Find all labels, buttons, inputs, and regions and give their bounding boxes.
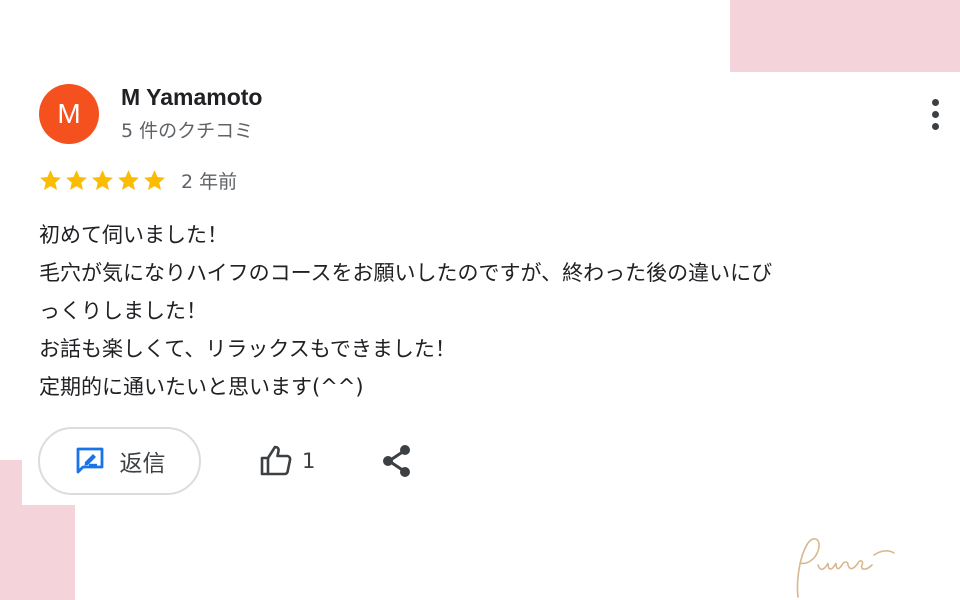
avatar-letter: M — [57, 98, 81, 129]
thumb-up-icon — [260, 445, 292, 476]
like-count: 1 — [302, 449, 316, 473]
star-icon — [118, 169, 139, 190]
signature-logo — [796, 538, 895, 598]
star-icon — [40, 169, 61, 190]
reply-label: 返信 — [119, 451, 166, 477]
star-rating — [38, 168, 167, 193]
reply-button[interactable]: 返信 — [38, 427, 201, 495]
reviewer-review-count: 5 件のクチコミ — [121, 120, 254, 142]
review-time: 2 年前 — [181, 170, 238, 193]
reviewer-name[interactable]: M Yamamoto — [121, 84, 262, 111]
like-button[interactable]: 1 — [258, 441, 315, 481]
more-vert-icon-dot — [931, 122, 939, 130]
star-icon — [144, 169, 165, 190]
review-text-line: 毛穴が気になりハイフのコースをお願いしたのですが、終わった後の違いにび — [39, 261, 773, 285]
reply-icon — [76, 447, 103, 474]
share-icon — [383, 445, 410, 477]
decor-pink-block-top-right — [730, 0, 960, 72]
review-text-line: お話も楽しくて、リラックスもできました！ — [39, 337, 456, 361]
review-text: 初めて伺いました！ 毛穴が気になりハイフのコースをお願いしたのですが、終わった後の… — [39, 216, 957, 406]
review-text-line: 初めて伺いました！ — [39, 223, 228, 247]
review-text-line: 定期的に通いたいと思います(^^) — [39, 375, 364, 399]
share-button[interactable] — [379, 443, 415, 479]
star-icon — [66, 169, 87, 190]
review-text-line: っくりしました！ — [39, 299, 207, 323]
more-options-button[interactable] — [920, 94, 950, 134]
decor-pink-block-bottom-left-square — [0, 505, 75, 600]
avatar[interactable]: M — [39, 84, 99, 144]
rating-row: 2 年前 — [38, 166, 237, 194]
more-vert-icon — [931, 98, 939, 106]
more-vert-icon-dot — [931, 110, 939, 118]
star-icon — [92, 169, 113, 190]
